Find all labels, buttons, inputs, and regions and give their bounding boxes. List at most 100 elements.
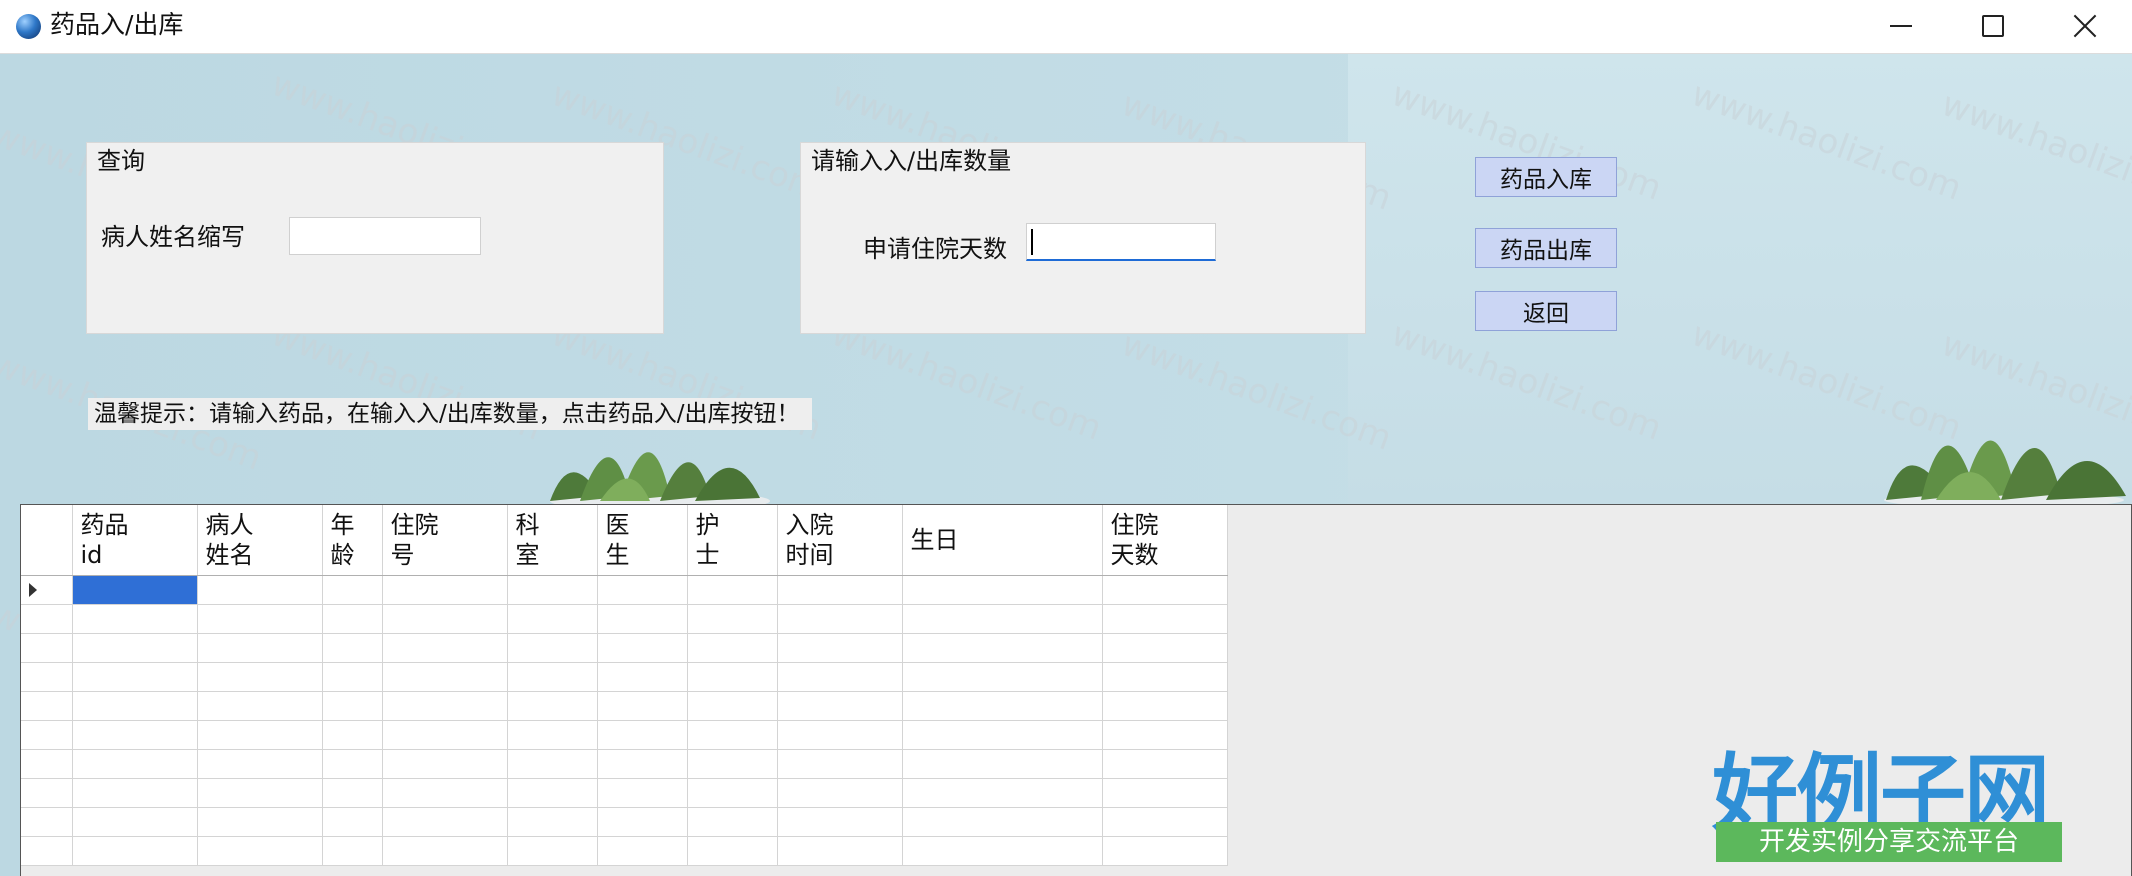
table-cell[interactable] (597, 720, 688, 750)
table-cell[interactable] (507, 720, 598, 750)
table-cell[interactable] (322, 720, 383, 750)
table-cell[interactable] (687, 662, 778, 692)
table-cell[interactable] (777, 662, 903, 692)
table-cell[interactable] (322, 836, 383, 866)
close-button[interactable] (2039, 0, 2131, 52)
column-header[interactable]: 医生 (597, 505, 688, 576)
table-cell[interactable] (597, 633, 688, 663)
table-cell[interactable] (197, 662, 323, 692)
table-cell[interactable] (1102, 836, 1228, 866)
column-header[interactable]: 入院 时间 (777, 505, 903, 576)
patient-name-input[interactable] (289, 217, 481, 255)
table-cell[interactable] (197, 807, 323, 837)
table-cell[interactable] (507, 691, 598, 721)
table-row[interactable] (21, 807, 1228, 837)
table-cell[interactable] (687, 691, 778, 721)
table-cell[interactable] (507, 749, 598, 779)
table-cell[interactable] (597, 575, 688, 605)
table-cell[interactable] (777, 807, 903, 837)
table-cell[interactable] (777, 633, 903, 663)
table-cell[interactable] (597, 662, 688, 692)
row-header[interactable] (21, 633, 73, 663)
table-cell[interactable] (507, 604, 598, 634)
table-cell[interactable] (507, 807, 598, 837)
table-row[interactable] (21, 778, 1228, 808)
table-cell[interactable] (902, 575, 1103, 605)
table-cell[interactable] (902, 720, 1103, 750)
table-cell[interactable] (902, 662, 1103, 692)
table-cell[interactable] (1102, 778, 1228, 808)
table-cell[interactable] (1102, 633, 1228, 663)
table-cell[interactable] (687, 604, 778, 634)
row-header[interactable] (21, 662, 73, 692)
table-cell[interactable] (382, 633, 508, 663)
table-cell[interactable] (507, 633, 598, 663)
column-header[interactable]: 住院号 (382, 505, 508, 576)
table-cell[interactable] (72, 604, 198, 634)
table-row[interactable] (21, 720, 1228, 750)
row-header[interactable] (21, 720, 73, 750)
table-cell[interactable] (1102, 691, 1228, 721)
table-cell[interactable] (1102, 720, 1228, 750)
table-cell[interactable] (382, 836, 508, 866)
table-cell[interactable] (687, 575, 778, 605)
table-cell[interactable] (382, 662, 508, 692)
minimize-button[interactable] (1855, 0, 1947, 52)
row-header[interactable] (21, 691, 73, 721)
table-cell[interactable] (902, 807, 1103, 837)
table-cell[interactable] (382, 720, 508, 750)
table-cell[interactable] (777, 836, 903, 866)
table-cell[interactable] (72, 778, 198, 808)
table-cell[interactable] (902, 633, 1103, 663)
table-row[interactable] (21, 662, 1228, 692)
table-cell[interactable] (597, 836, 688, 866)
table-cell[interactable] (687, 720, 778, 750)
table-cell[interactable] (197, 836, 323, 866)
table-cell[interactable] (687, 633, 778, 663)
table-cell[interactable] (687, 749, 778, 779)
table-cell[interactable] (382, 691, 508, 721)
table-cell[interactable] (72, 662, 198, 692)
table-cell[interactable] (597, 604, 688, 634)
table-cell[interactable] (197, 575, 323, 605)
table-cell[interactable] (72, 836, 198, 866)
column-header[interactable]: 住院 天数 (1102, 505, 1228, 576)
row-header[interactable] (21, 778, 73, 808)
table-cell[interactable] (597, 778, 688, 808)
table-cell[interactable] (322, 749, 383, 779)
table-cell[interactable] (507, 575, 598, 605)
column-header[interactable]: 生日 (902, 505, 1103, 576)
table-cell[interactable] (777, 575, 903, 605)
table-cell[interactable] (322, 691, 383, 721)
table-cell[interactable] (507, 778, 598, 808)
table-cell[interactable] (777, 749, 903, 779)
table-cell[interactable] (72, 691, 198, 721)
table-cell[interactable] (322, 662, 383, 692)
table-cell[interactable] (902, 691, 1103, 721)
column-header[interactable]: 年龄 (322, 505, 383, 576)
column-header[interactable]: 护士 (687, 505, 778, 576)
table-cell[interactable] (72, 807, 198, 837)
maximize-button[interactable] (1947, 0, 2039, 52)
table-cell[interactable] (777, 778, 903, 808)
table-row[interactable] (21, 691, 1228, 721)
table-row[interactable] (21, 633, 1228, 663)
table-cell[interactable] (687, 778, 778, 808)
row-header[interactable] (21, 604, 73, 634)
table-row[interactable] (21, 575, 1228, 605)
table-cell[interactable] (197, 633, 323, 663)
table-cell[interactable] (597, 807, 688, 837)
table-cell[interactable] (197, 749, 323, 779)
table-cell[interactable] (902, 604, 1103, 634)
table-cell[interactable] (777, 720, 903, 750)
table-cell[interactable] (197, 691, 323, 721)
table-cell[interactable] (72, 575, 198, 605)
table-cell[interactable] (382, 749, 508, 779)
table-cell[interactable] (322, 778, 383, 808)
table-cell[interactable] (382, 604, 508, 634)
column-header[interactable]: 药品 id (72, 505, 198, 576)
table-cell[interactable] (72, 720, 198, 750)
table-cell[interactable] (72, 749, 198, 779)
table-cell[interactable] (322, 575, 383, 605)
table-cell[interactable] (1102, 575, 1228, 605)
